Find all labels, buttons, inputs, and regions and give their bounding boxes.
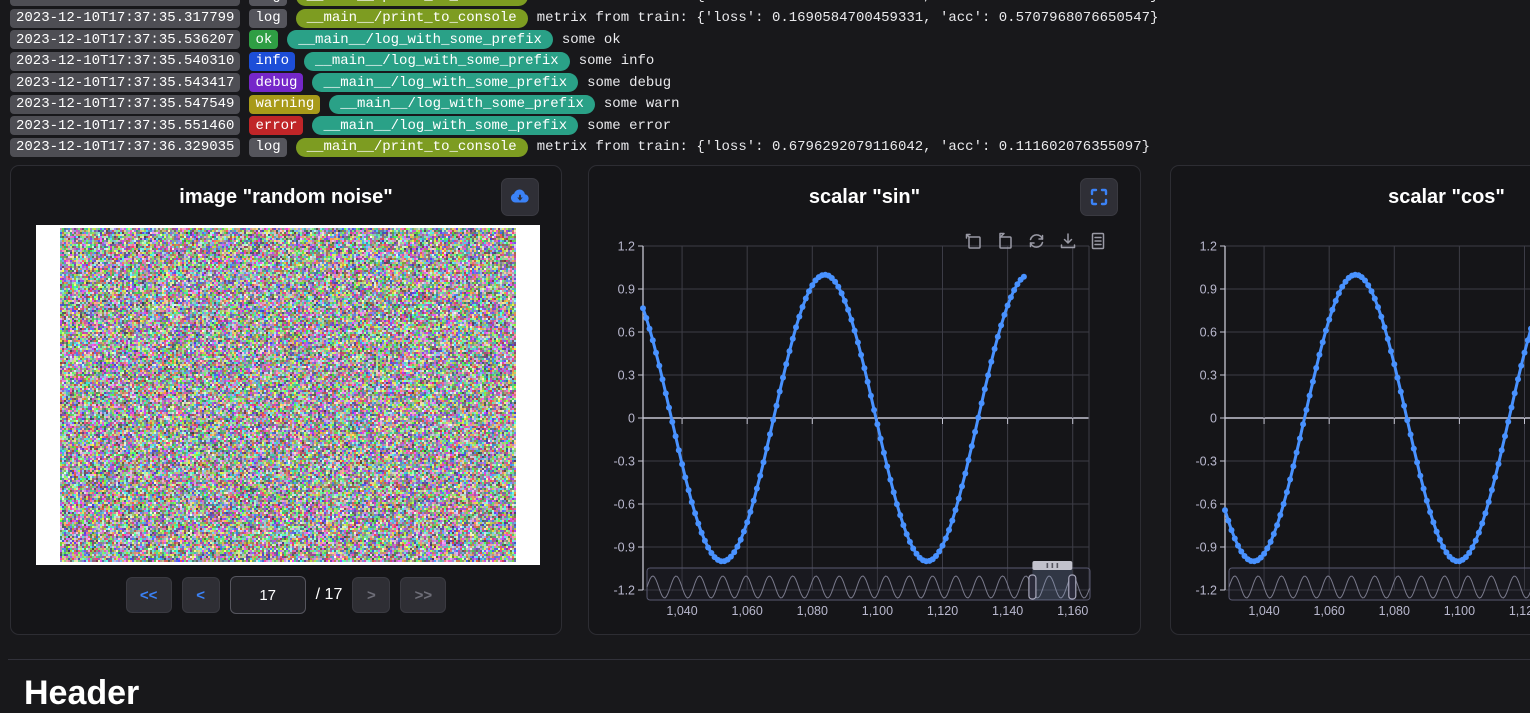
log-row: 2023-12-10T17:37:35.547549 warning __main_… [10, 94, 680, 114]
svg-text:0.3: 0.3 [1200, 369, 1217, 383]
svg-text:-0.6: -0.6 [613, 498, 635, 512]
svg-text:1,140: 1,140 [992, 604, 1023, 618]
svg-text:1.2: 1.2 [618, 240, 635, 254]
datazoom-move-handle[interactable] [1032, 561, 1072, 570]
svg-text:1,120: 1,120 [927, 604, 958, 618]
svg-text:0.3: 0.3 [618, 369, 635, 383]
log-source-badge: __main__/print_to_console [296, 0, 528, 6]
data-view-icon[interactable] [1090, 232, 1106, 250]
log-source-badge: __main__/log_with_some_prefix [304, 52, 570, 71]
svg-text:1,060: 1,060 [1314, 604, 1345, 618]
log-source-badge: __main__/log_with_some_prefix [287, 30, 553, 49]
log-row: 2023-12-10T17:37:35.536207 ok __main__/log… [10, 30, 621, 50]
log-row: 2023-12-10T17:37:35.540310 info __main__/l… [10, 51, 654, 71]
zoom-undo-icon[interactable] [996, 232, 1014, 250]
last-page-button[interactable]: >> [400, 577, 446, 613]
svg-text:0: 0 [628, 412, 635, 426]
log-message: some ok [562, 32, 621, 48]
log-level-badge: log [249, 9, 286, 28]
page-input[interactable] [230, 576, 306, 614]
image-pagination: << < / 17 > >> [11, 577, 561, 613]
svg-text:0: 0 [1210, 412, 1217, 426]
log-message: some debug [587, 75, 671, 91]
svg-text:-0.6: -0.6 [1195, 498, 1217, 512]
svg-text:-1.2: -1.2 [1195, 584, 1217, 598]
datazoom-handle-left[interactable] [1029, 575, 1036, 599]
log-timestamp: 2023-12-10T17:37:35.540310 [10, 52, 240, 71]
page-total-label: / 17 [316, 586, 343, 604]
log-row: 2023-12-10T17:37:35.543417 debug __main__/… [10, 73, 671, 93]
noise-image [36, 225, 540, 565]
svg-text:1,080: 1,080 [1379, 604, 1410, 618]
svg-text:1,100: 1,100 [1444, 604, 1475, 618]
first-page-button[interactable]: << [126, 577, 172, 613]
svg-text:-0.3: -0.3 [1195, 455, 1217, 469]
log-source-badge: __main__/print_to_console [296, 138, 528, 157]
zoom-box-icon[interactable] [965, 232, 983, 250]
log-level-badge: debug [249, 73, 303, 92]
svg-text:1,040: 1,040 [1248, 604, 1279, 618]
log-timestamp: 2023-12-10T17:37:35.547549 [10, 95, 240, 114]
svg-text:1,120: 1,120 [1509, 604, 1530, 618]
log-level-badge: info [249, 52, 295, 71]
chart-toolbar [965, 232, 1106, 250]
scalar-cos-card: scalar "cos" 1.20.90.60.30-0.3-0.6-0.9-1… [1170, 165, 1530, 635]
section-divider [8, 659, 1530, 660]
log-level-badge: error [249, 116, 303, 135]
log-message: some warn [604, 96, 680, 112]
log-message: some info [579, 53, 655, 69]
log-timestamp: 2023-12-10T17:37:35.317799 [10, 0, 240, 6]
image-card-title: image "random noise" [11, 186, 561, 209]
svg-text:1,080: 1,080 [797, 604, 828, 618]
svg-text:-0.9: -0.9 [613, 541, 635, 555]
image-card: image "random noise" << < / 17 > >> [10, 165, 562, 635]
svg-text:-0.9: -0.9 [1195, 541, 1217, 555]
log-level-badge: log [249, 0, 286, 6]
log-source-badge: __main__/print_to_console [296, 9, 528, 28]
datazoom-handle-right[interactable] [1069, 575, 1076, 599]
svg-text:0.6: 0.6 [618, 326, 635, 340]
cos-chart[interactable]: 1.2 0.9 0.6 0.3 0 -0.3 -0.6 -0.9 -1.2 1,040 1,060 1… [1171, 166, 1530, 635]
log-timestamp: 2023-12-10T17:37:35.551460 [10, 116, 240, 135]
log-row: 2023-12-10T17:37:35.317799 log __main__/pr… [10, 8, 1158, 28]
log-timestamp: 2023-12-10T17:37:35.536207 [10, 30, 240, 49]
log-source-badge: __main__/log_with_some_prefix [329, 95, 595, 114]
save-image-icon[interactable] [1059, 232, 1077, 250]
svg-text:0.9: 0.9 [618, 283, 635, 297]
prev-page-button[interactable]: < [182, 577, 220, 613]
svg-text:1,040: 1,040 [666, 604, 697, 618]
download-image-button[interactable] [501, 178, 539, 216]
log-message: metrix from train: {'loss': 0.1690584700… [537, 10, 1159, 26]
cloud-download-icon [509, 186, 531, 208]
log-row: 2023-12-10T17:37:35.551460 error __main__/… [10, 116, 671, 136]
log-row: 2023-12-10T17:37:36.329035 log __main__/pr… [10, 137, 1150, 157]
svg-text:1,160: 1,160 [1057, 604, 1088, 618]
svg-text:-1.2: -1.2 [613, 584, 635, 598]
log-level-badge: ok [249, 30, 278, 49]
svg-text:1.2: 1.2 [1200, 240, 1217, 254]
svg-text:0.9: 0.9 [1200, 283, 1217, 297]
next-page-button[interactable]: > [352, 577, 390, 613]
log-source-badge: __main__/log_with_some_prefix [312, 73, 578, 92]
scalar-sin-card: scalar "sin" 1.20.90.60.30-0.3-0.6-0.9-1… [588, 165, 1141, 635]
log-timestamp: 2023-12-10T17:37:36.329035 [10, 138, 240, 157]
svg-text:0.6: 0.6 [1200, 326, 1217, 340]
log-message: metrix from train: {'loss': 0.1690584700… [537, 0, 1159, 4]
log-row-partial: 2023-12-10T17:37:35.317799 log __main__/pr… [10, 0, 1158, 6]
svg-text:1,060: 1,060 [732, 604, 763, 618]
svg-text:-0.3: -0.3 [613, 455, 635, 469]
log-message: metrix from train: {'loss': 0.6796292079… [537, 139, 1150, 155]
log-level-badge: log [249, 138, 286, 157]
log-timestamp: 2023-12-10T17:37:35.543417 [10, 73, 240, 92]
log-message: some error [587, 118, 671, 134]
log-source-badge: __main__/log_with_some_prefix [312, 116, 578, 135]
log-level-badge: warning [249, 95, 320, 114]
log-timestamp: 2023-12-10T17:37:35.317799 [10, 9, 240, 28]
markdown-header: Header [24, 674, 139, 713]
svg-text:1,100: 1,100 [862, 604, 893, 618]
restore-icon[interactable] [1027, 232, 1046, 250]
